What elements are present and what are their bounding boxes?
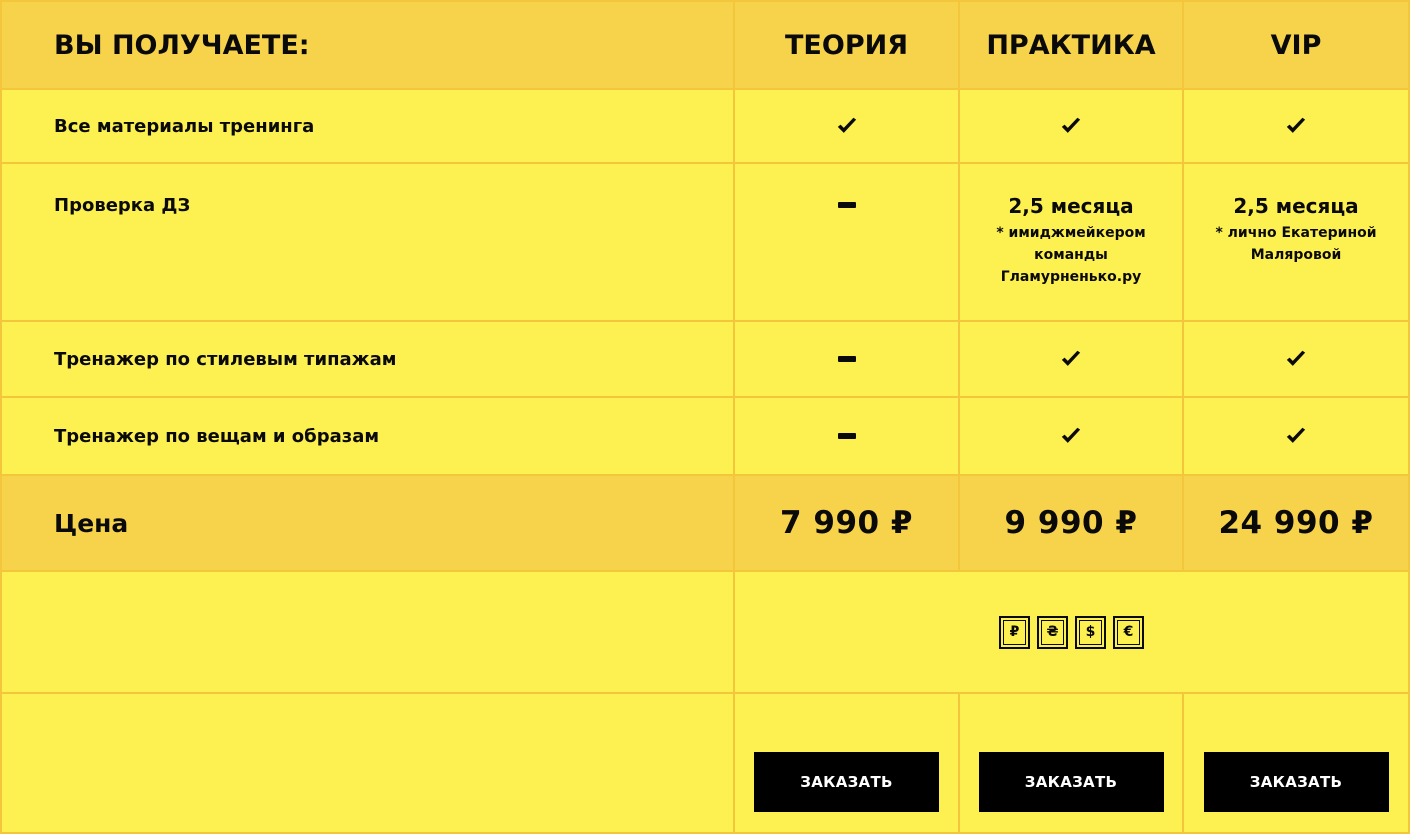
check-icon	[1061, 117, 1081, 133]
currency-selector: ₽ ₴ $ €	[735, 572, 1410, 694]
header-title: ВЫ ПОЛУЧАЕТЕ:	[0, 2, 735, 90]
feature-cell	[1184, 322, 1410, 398]
review-duration: 2,5 месяца	[1233, 194, 1359, 218]
check-icon	[1061, 427, 1081, 443]
currency-row: ₽ ₴ $ €	[0, 572, 1410, 694]
feature-cell	[1184, 90, 1410, 164]
currency-rub-button[interactable]: ₽	[999, 615, 1030, 649]
table-row: Проверка ДЗ 2,5 месяца * имиджмейкером к…	[0, 164, 1410, 322]
price-cell: 24 990 ₽	[1184, 476, 1410, 572]
order-vip-button[interactable]: ЗАКАЗАТЬ	[1203, 752, 1389, 812]
feature-label: Все материалы тренинга	[0, 90, 735, 164]
currency-eur-button[interactable]: €	[1113, 615, 1144, 649]
order-cell: ЗАКАЗАТЬ	[735, 694, 960, 834]
price-cell: 7 990 ₽	[735, 476, 960, 572]
table-header: ВЫ ПОЛУЧАЕТЕ: ТЕОРИЯ ПРАКТИКА VIP	[0, 0, 1410, 90]
empty-cell	[0, 572, 735, 694]
feature-label: Тренажер по вещам и образам	[0, 398, 735, 476]
review-note: * лично Екатериной Маляровой	[1215, 225, 1377, 263]
review-duration: 2,5 месяца	[1008, 194, 1134, 218]
order-cell: ЗАКАЗАТЬ	[960, 694, 1184, 834]
dash-icon	[837, 202, 856, 208]
table-row: Тренажер по стилевым типажам	[0, 322, 1410, 398]
feature-cell	[735, 398, 960, 476]
feature-cell: 2,5 месяца * имиджмейкером команды Гламу…	[960, 164, 1184, 322]
review-note: * имиджмейкером команды Гламурненько.ру	[996, 225, 1146, 285]
feature-cell	[960, 90, 1184, 164]
check-icon	[1286, 350, 1306, 366]
price-row: Цена 7 990 ₽ 9 990 ₽ 24 990 ₽	[0, 476, 1410, 572]
empty-cell	[0, 694, 735, 834]
currency-uah-button[interactable]: ₴	[1037, 615, 1068, 649]
plan-name-vip: VIP	[1184, 2, 1410, 90]
feature-cell	[1184, 398, 1410, 476]
order-cell: ЗАКАЗАТЬ	[1184, 694, 1410, 834]
dash-icon	[837, 433, 856, 439]
plan-name-practice: ПРАКТИКА	[960, 2, 1184, 90]
table-row: Все материалы тренинга	[0, 90, 1410, 164]
order-row: ЗАКАЗАТЬ ЗАКАЗАТЬ ЗАКАЗАТЬ	[0, 694, 1410, 834]
order-theory-button[interactable]: ЗАКАЗАТЬ	[754, 752, 939, 812]
pricing-table: ВЫ ПОЛУЧАЕТЕ: ТЕОРИЯ ПРАКТИКА VIP Все ма…	[0, 0, 1410, 834]
price-cell: 9 990 ₽	[960, 476, 1184, 572]
feature-label: Проверка ДЗ	[0, 164, 735, 322]
table-row: Тренажер по вещам и образам	[0, 398, 1410, 476]
feature-cell	[735, 322, 960, 398]
feature-cell: 2,5 месяца * лично Екатериной Маляровой	[1184, 164, 1410, 322]
price-practice: 9 990 ₽	[1004, 505, 1138, 541]
feature-cell	[735, 164, 960, 322]
feature-cell	[735, 90, 960, 164]
check-icon	[1286, 117, 1306, 133]
feature-label: Тренажер по стилевым типажам	[0, 322, 735, 398]
feature-cell	[960, 322, 1184, 398]
check-icon	[1061, 350, 1081, 366]
price-theory: 7 990 ₽	[780, 505, 913, 541]
dash-icon	[837, 356, 856, 362]
price-vip: 24 990 ₽	[1218, 505, 1374, 541]
check-icon	[837, 117, 856, 133]
order-practice-button[interactable]: ЗАКАЗАТЬ	[978, 752, 1164, 812]
check-icon	[1286, 427, 1306, 443]
price-label: Цена	[0, 476, 735, 572]
feature-cell	[960, 398, 1184, 476]
plan-name-theory: ТЕОРИЯ	[735, 2, 960, 90]
currency-usd-button[interactable]: $	[1075, 615, 1106, 649]
